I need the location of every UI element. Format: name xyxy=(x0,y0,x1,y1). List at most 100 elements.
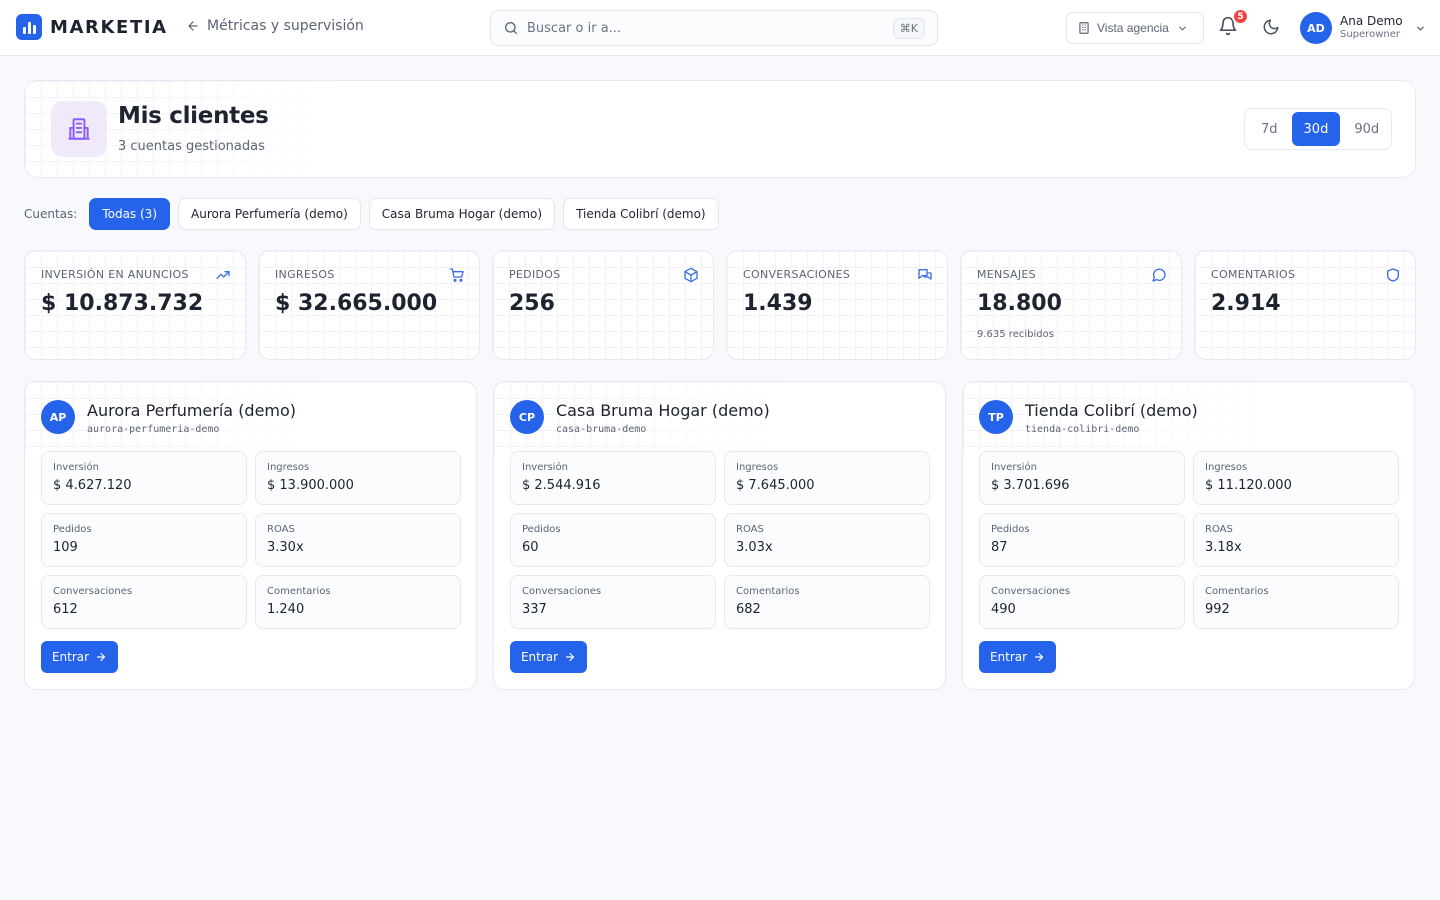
stat-label: Mensajes xyxy=(977,268,1036,281)
metric-label: Pedidos xyxy=(991,524,1030,535)
metric-orders: Pedidos 109 xyxy=(41,513,247,567)
client-avatar: AP xyxy=(41,400,75,434)
enter-button-label: Entrar xyxy=(51,650,90,664)
user-role: Superowner xyxy=(1340,29,1400,40)
metric-value: 1.240 xyxy=(267,602,305,617)
metric-label: ROAS xyxy=(736,524,764,535)
range-7d-button[interactable]: 7d xyxy=(1249,112,1290,146)
range-90d-button[interactable]: 90d xyxy=(1342,112,1391,146)
stat-card-ad-spend: Inversión en anuncios $ 10.873.732 xyxy=(24,250,246,360)
client-slug: tienda-colibri-demo xyxy=(1025,424,1140,435)
stat-value: 256 xyxy=(509,291,555,316)
client-slug: casa-bruma-demo xyxy=(556,424,647,435)
metric-revenue: Ingresos $ 11.120.000 xyxy=(1193,451,1399,505)
stat-note: 9.635 recibidos xyxy=(977,329,1054,340)
page-header-card: Mis clientes 3 cuentas gestionadas 7d 30… xyxy=(24,80,1416,178)
arrow-right-icon xyxy=(565,652,575,662)
metric-investment: Inversión $ 2.544.916 xyxy=(510,451,716,505)
metric-conversations: Conversaciones 612 xyxy=(41,575,247,629)
enter-button-label: Entrar xyxy=(520,650,559,664)
enter-client-button[interactable]: Entrar xyxy=(979,641,1056,673)
metric-value: 3.03x xyxy=(736,540,773,555)
metric-value: $ 13.900.000 xyxy=(267,478,354,493)
metric-value: $ 4.627.120 xyxy=(53,478,132,493)
enter-client-button[interactable]: Entrar xyxy=(510,641,587,673)
range-30d-button[interactable]: 30d xyxy=(1291,112,1341,146)
client-slug: aurora-perfumeria-demo xyxy=(87,424,220,435)
metric-investment: Inversión $ 3.701.696 xyxy=(979,451,1185,505)
stat-label: Comentarios xyxy=(1211,268,1296,281)
metric-value: $ 7.645.000 xyxy=(736,478,815,493)
metric-value: 3.18x xyxy=(1205,540,1242,555)
metric-value: $ 2.544.916 xyxy=(522,478,601,493)
filter-chip-all[interactable]: Todas (3) xyxy=(89,198,170,230)
metric-label: Conversaciones xyxy=(53,586,133,597)
metric-conversations: Conversaciones 337 xyxy=(510,575,716,629)
filter-chip-casa-bruma[interactable]: Casa Bruma Hogar (demo) xyxy=(368,198,556,230)
metric-comments: Comentarios 1.240 xyxy=(255,575,461,629)
metric-value: $ 11.120.000 xyxy=(1205,478,1292,493)
metric-roas: ROAS 3.03x xyxy=(724,513,930,567)
metric-value: 60 xyxy=(522,540,539,555)
chat-icon xyxy=(918,269,932,280)
metric-comments: Comentarios 992 xyxy=(1193,575,1399,629)
metric-value: 87 xyxy=(991,540,1008,555)
brand-logo-icon xyxy=(16,14,42,40)
metric-label: Comentarios xyxy=(267,586,331,597)
search-input[interactable] xyxy=(527,20,893,36)
metric-conversations: Conversaciones 490 xyxy=(979,575,1185,629)
search-box[interactable]: ⌘K xyxy=(490,10,938,46)
search-icon xyxy=(505,22,517,34)
agency-view-label: Vista agencia xyxy=(1097,21,1169,35)
back-link[interactable]: Métricas y supervisión xyxy=(186,18,364,34)
metric-orders: Pedidos 60 xyxy=(510,513,716,567)
stat-value: 1.439 xyxy=(743,291,813,316)
agency-view-button[interactable]: Vista agencia xyxy=(1066,12,1204,44)
stat-value: $ 32.665.000 xyxy=(275,291,438,316)
stat-card-messages: Mensajes 18.800 9.635 recibidos xyxy=(960,250,1182,360)
chevron-down-icon xyxy=(1416,26,1424,31)
enter-client-button[interactable]: Entrar xyxy=(41,641,118,673)
box-icon xyxy=(684,267,698,283)
clients-building-icon xyxy=(51,101,107,157)
metric-value: 109 xyxy=(53,540,78,555)
shield-icon xyxy=(1387,268,1399,282)
metric-label: Ingresos xyxy=(1205,462,1248,473)
stat-card-orders: Pedidos 256 xyxy=(492,250,714,360)
metric-value: $ 3.701.696 xyxy=(991,478,1070,493)
metric-label: Pedidos xyxy=(53,524,92,535)
client-card-aurora: AP Aurora Perfumería (demo) aurora-perfu… xyxy=(24,381,477,690)
user-name: Ana Demo xyxy=(1340,14,1403,28)
client-name: Casa Bruma Hogar (demo) xyxy=(556,401,770,420)
metric-label: ROAS xyxy=(1205,524,1233,535)
moon-icon xyxy=(1263,19,1279,35)
summary-stats: Inversión en anuncios $ 10.873.732 Ingre… xyxy=(24,250,1416,360)
filter-chip-aurora[interactable]: Aurora Perfumería (demo) xyxy=(178,198,361,230)
metric-revenue: Ingresos $ 13.900.000 xyxy=(255,451,461,505)
notifications-button[interactable]: 5 xyxy=(1218,8,1249,40)
client-name: Tienda Colibrí (demo) xyxy=(1025,401,1198,420)
stat-card-conversations: Conversaciones 1.439 xyxy=(726,250,948,360)
client-name: Aurora Perfumería (demo) xyxy=(87,401,297,420)
filter-chip-tienda-colibri[interactable]: Tienda Colibrí (demo) xyxy=(563,198,719,230)
user-menu[interactable]: AD Ana Demo Superowner xyxy=(1300,12,1426,44)
stat-label: Pedidos xyxy=(509,268,561,281)
metric-value: 612 xyxy=(53,602,78,617)
metric-label: Inversión xyxy=(991,462,1037,473)
metric-value: 490 xyxy=(991,602,1016,617)
top-bar: MARKETIA Métricas y supervisión ⌘K Vista… xyxy=(0,0,1440,56)
metric-label: Inversión xyxy=(53,462,99,473)
account-filters: Cuentas: Todas (3) Aurora Perfumería (de… xyxy=(24,198,727,230)
theme-toggle-button[interactable] xyxy=(1262,18,1280,40)
trending-up-icon xyxy=(216,271,230,279)
client-avatar: TP xyxy=(979,400,1013,434)
brand[interactable]: MARKETIA xyxy=(16,14,168,40)
stat-label: Inversión en anuncios xyxy=(41,268,189,281)
arrow-right-icon xyxy=(1034,652,1044,662)
stat-label: Conversaciones xyxy=(743,268,851,281)
stat-label: Ingresos xyxy=(275,268,335,281)
metric-value: 682 xyxy=(736,602,761,617)
cart-icon xyxy=(449,268,464,282)
brand-name: MARKETIA xyxy=(50,16,168,38)
arrow-right-icon xyxy=(96,652,106,662)
